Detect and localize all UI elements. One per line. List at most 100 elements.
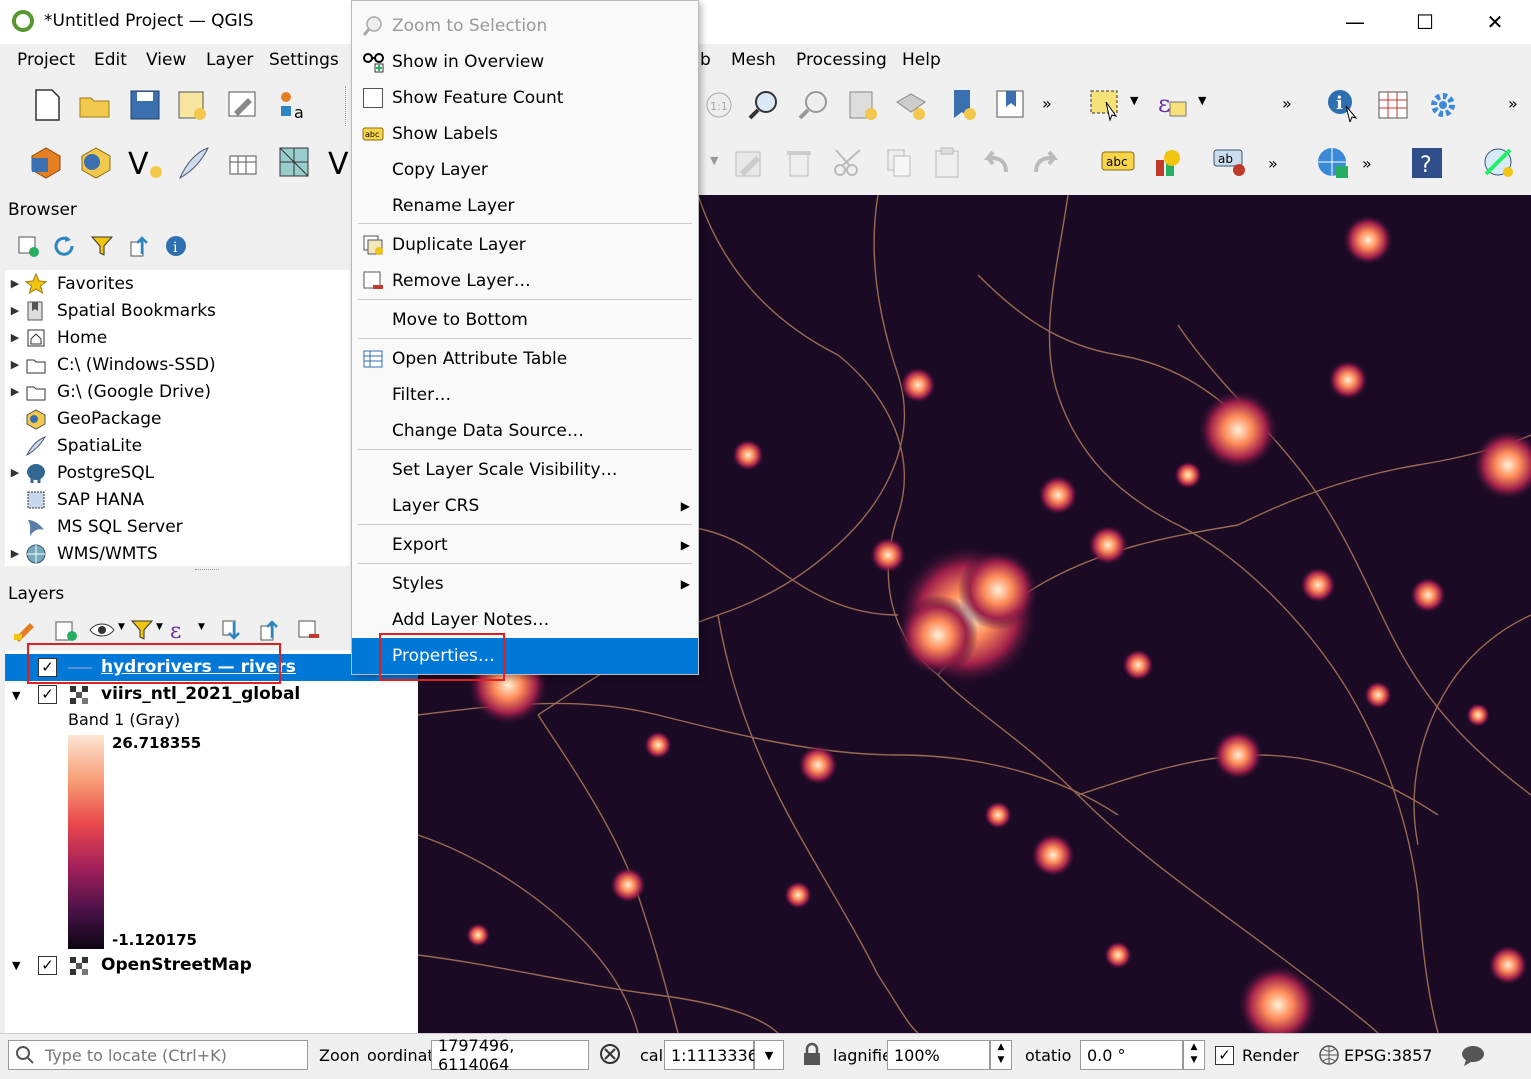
menu-item-show-labels[interactable]: abc Show Labels xyxy=(352,116,698,152)
add-wms-layer-icon[interactable] xyxy=(226,144,264,182)
messages-bubble-icon[interactable] xyxy=(1460,1044,1486,1068)
processing-toolbox-icon[interactable] xyxy=(1426,88,1460,122)
zoom-native-icon[interactable]: 1:1 xyxy=(702,88,736,122)
rotation-spinner[interactable]: ▲ ▼ xyxy=(1183,1040,1205,1070)
minimize-button[interactable]: — xyxy=(1320,0,1390,44)
show-bookmarks-icon[interactable] xyxy=(894,88,928,122)
mouse-pointer-toggle-icon[interactable] xyxy=(597,1041,623,1067)
browser-item[interactable]: MS SQL Server xyxy=(5,513,350,540)
layer-visibility-checkbox[interactable]: ✓ xyxy=(38,956,57,975)
chevron-down-icon[interactable]: ▼ xyxy=(1198,94,1206,107)
new-geopackage-layer-icon[interactable] xyxy=(76,144,114,182)
menu-project[interactable]: Project xyxy=(17,50,75,70)
toggle-editing-icon[interactable] xyxy=(732,146,766,180)
info-icon[interactable]: i xyxy=(164,234,188,258)
new-spatial-bookmark-icon[interactable] xyxy=(946,88,980,122)
menu-item-layer-crs[interactable]: Layer CRS ▶ xyxy=(352,488,698,524)
toolbar-overflow-icon[interactable]: » xyxy=(1508,94,1518,113)
rotation-field[interactable]: 0.0 ° xyxy=(1080,1040,1183,1070)
zoom-to-selection-icon[interactable] xyxy=(748,88,782,122)
browser-item[interactable]: SAP HANA xyxy=(5,486,350,513)
filter-icon[interactable] xyxy=(90,234,114,258)
expand-arrow-icon[interactable]: ▶ xyxy=(5,331,25,344)
expand-arrow-icon[interactable]: ▶ xyxy=(5,385,25,398)
data-source-manager-icon[interactable] xyxy=(28,144,66,182)
cut-features-icon[interactable] xyxy=(832,146,866,180)
show-spatial-bookmarks-icon[interactable] xyxy=(994,88,1028,122)
menu-item-change-data-source[interactable]: Change Data Source… xyxy=(352,413,698,449)
panel-splitter[interactable] xyxy=(195,569,219,573)
magnifier-field[interactable]: 100% xyxy=(887,1040,990,1070)
expand-arrow-icon[interactable]: ▼ xyxy=(12,689,20,702)
expand-arrow-icon[interactable]: ▶ xyxy=(5,358,25,371)
browser-item[interactable]: ▶ G:\ (Google Drive) xyxy=(5,378,350,405)
menu-view[interactable]: View xyxy=(146,50,186,70)
scale-dropdown-chevron-down-icon[interactable]: ▼ xyxy=(754,1040,784,1070)
lock-scale-icon[interactable] xyxy=(800,1042,824,1068)
paste-features-icon[interactable] xyxy=(930,146,964,180)
menu-help[interactable]: Help xyxy=(902,50,941,70)
menu-item-open-attribute-table[interactable]: Open Attribute Table xyxy=(352,341,698,377)
expand-all-icon[interactable] xyxy=(220,618,246,642)
menu-item-styles[interactable]: Styles ▶ xyxy=(352,566,698,602)
menu-item-copy-layer[interactable]: Copy Layer xyxy=(352,152,698,188)
maximize-button[interactable]: ☐ xyxy=(1390,0,1460,44)
open-project-icon[interactable] xyxy=(78,88,112,122)
add-virtual-layer-icon[interactable]: V xyxy=(326,144,350,182)
select-features-icon[interactable] xyxy=(1088,88,1122,122)
chevron-down-icon[interactable]: ▼ xyxy=(710,154,718,167)
menu-item-set-layer-scale-visibility[interactable]: Set Layer Scale Visibility… xyxy=(352,452,698,488)
menu-processing[interactable]: Processing xyxy=(796,50,887,70)
browser-item[interactable]: SpatiaLite xyxy=(5,432,350,459)
toolbar-overflow-icon[interactable]: » xyxy=(1362,154,1372,173)
copy-features-icon[interactable] xyxy=(882,146,916,180)
expand-arrow-icon[interactable]: ▶ xyxy=(5,304,25,317)
menu-item-export[interactable]: Export ▶ xyxy=(352,527,698,563)
style-manager-icon[interactable]: a xyxy=(276,88,310,122)
add-selected-layers-icon[interactable] xyxy=(16,234,40,258)
identify-features-icon[interactable]: i xyxy=(1326,88,1360,122)
add-vector-layer-icon[interactable]: V xyxy=(126,144,164,182)
menu-item-duplicate-layer[interactable]: Duplicate Layer xyxy=(352,227,698,263)
save-project-icon[interactable] xyxy=(128,88,162,122)
filter-legend-icon[interactable] xyxy=(130,618,154,642)
render-checkbox[interactable]: ✓ xyxy=(1215,1046,1234,1065)
browser-item[interactable]: ▶ C:\ (Windows-SSD) xyxy=(5,351,350,378)
new-project-icon[interactable] xyxy=(30,88,64,122)
menu-item-filter[interactable]: Filter… xyxy=(352,377,698,413)
field-calculator-icon[interactable] xyxy=(1376,88,1410,122)
menu-web[interactable]: b xyxy=(700,50,711,70)
diagram-icon[interactable] xyxy=(1152,146,1186,180)
zoom-to-layer-icon[interactable] xyxy=(798,88,832,122)
expand-arrow-icon[interactable]: ▶ xyxy=(5,277,25,290)
redo-icon[interactable] xyxy=(1028,146,1062,180)
new-bookmark-icon[interactable] xyxy=(846,88,880,122)
label-abc-icon[interactable]: abc xyxy=(1100,146,1136,176)
spatialite-feather-icon[interactable] xyxy=(176,144,214,182)
menu-layer[interactable]: Layer xyxy=(206,50,253,70)
browser-item[interactable]: ▶ PostgreSQL xyxy=(5,459,350,486)
expand-arrow-icon[interactable]: ▼ xyxy=(12,959,20,972)
crs-globe-icon[interactable] xyxy=(1318,1044,1340,1066)
menu-item-remove-layer[interactable]: Remove Layer… xyxy=(352,263,698,299)
manage-visibility-eye-icon[interactable] xyxy=(88,618,118,642)
browser-item[interactable]: ▶ Home xyxy=(5,324,350,351)
new-print-layout-icon[interactable] xyxy=(176,88,210,122)
close-button[interactable]: ✕ xyxy=(1460,0,1530,44)
layout-manager-icon[interactable] xyxy=(226,88,260,122)
toolbar-overflow-icon[interactable]: » xyxy=(1282,94,1292,113)
plugin-tool-icon[interactable] xyxy=(1480,144,1518,182)
refresh-icon[interactable] xyxy=(52,234,76,258)
menu-item-show-in-overview[interactable]: Show in Overview xyxy=(352,44,698,80)
collapse-all-icon[interactable] xyxy=(258,618,284,642)
magnifier-spinner[interactable]: ▲ ▼ xyxy=(990,1040,1012,1070)
style-layer-icon[interactable] xyxy=(12,618,38,642)
help-icon[interactable]: ? xyxy=(1410,146,1444,180)
add-group-icon[interactable] xyxy=(52,618,78,642)
web-globe-icon[interactable] xyxy=(1314,144,1352,182)
expand-arrow-icon[interactable]: ▶ xyxy=(5,466,25,479)
add-raster-layer-icon[interactable] xyxy=(276,144,314,182)
select-by-expression-icon[interactable]: ε xyxy=(1156,88,1190,122)
browser-item[interactable]: ▶ Favorites xyxy=(5,270,350,297)
menu-item-move-to-bottom[interactable]: Move to Bottom xyxy=(352,302,698,338)
